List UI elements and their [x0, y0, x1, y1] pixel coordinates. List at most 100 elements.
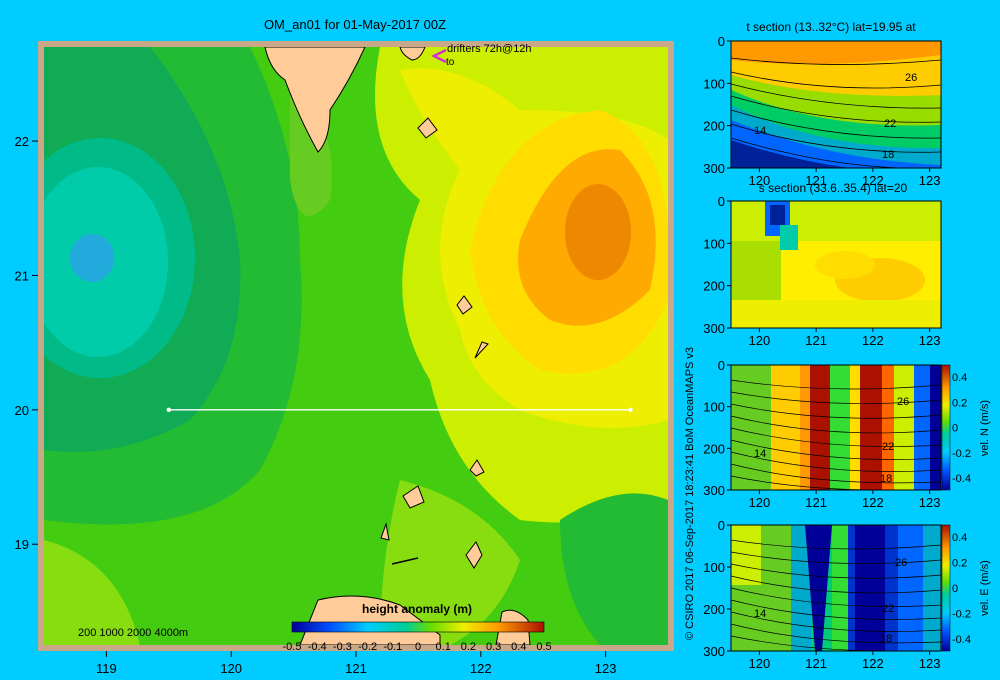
drifter-label-to: to [446, 57, 455, 68]
vel-colorbar-tick-label: 0.4 [952, 532, 967, 544]
vel-e-panel: 26 22 18 14 0.4 0.2 0 -0.2 -0.4 vel. E (m/s) [730, 524, 991, 652]
section-x-tick-label: 121 [805, 333, 827, 348]
figure: OM_an01 for 01-May-2017 00Z drifters 72h… [15, 17, 991, 676]
section-y-tick-label: 300 [703, 483, 725, 498]
vel-n-colorbar-label: vel. N (m/s) [979, 400, 991, 456]
section-x-tick-label: 120 [749, 173, 771, 188]
warm-eddy [565, 184, 631, 280]
colorbar-label: height anomaly (m) [362, 602, 472, 616]
map-y-ticks: 22 21 20 19 [15, 134, 38, 552]
section-y-tick-label: 300 [703, 644, 725, 659]
transect-start-marker [166, 407, 171, 413]
colorbar [291, 621, 545, 633]
section-y-tick-label: 100 [703, 236, 725, 251]
t-section-title: t section (13..32°C) lat=19.95 at [746, 20, 916, 34]
contour-label: 22 [882, 603, 894, 615]
section-y-tick-label: 0 [718, 358, 725, 373]
credit-text: © CSIRO 2017 06-Sep-2017 18:23:41 BoM Oc… [684, 347, 696, 640]
vel-e-colorbar-label: vel. E (m/s) [979, 560, 991, 616]
colorbar-tick-label: 0 [415, 641, 421, 653]
x-tick-label: 122 [470, 661, 492, 676]
section-y-tick-label: 0 [718, 518, 725, 533]
section-y-tick-label: 0 [718, 194, 725, 209]
section-x-tick-label: 121 [805, 173, 827, 188]
map-title: OM_an01 for 01-May-2017 00Z [264, 17, 446, 32]
section-y-tick-label: 200 [703, 602, 725, 617]
vel-colorbar-tick-label: -0.4 [952, 634, 971, 646]
page: OM_an01 for 01-May-2017 00Z drifters 72h… [0, 0, 1000, 680]
section-y-tick-label: 300 [703, 321, 725, 336]
colorbar-tick-label: 0.5 [536, 641, 551, 653]
cold-eddy [70, 234, 114, 282]
vel-colorbar-tick-label: 0 [952, 423, 958, 435]
section-x-tick-label: 120 [749, 495, 771, 510]
section-y-tick-label: 300 [703, 161, 725, 176]
contour-label: 26 [905, 72, 917, 84]
section-x-tick-label: 123 [919, 173, 941, 188]
vel-colorbar-tick-label: 0.4 [952, 372, 967, 384]
s-section-title: s section (33.6..35.4) lat=20 [759, 181, 908, 195]
x-tick-label: 120 [220, 661, 242, 676]
section-x-tick-label: 121 [805, 495, 827, 510]
section-x-tick-label: 123 [919, 495, 941, 510]
section-x-tick-label: 121 [805, 656, 827, 671]
colorbar-tick-label: -0.2 [358, 641, 377, 653]
colorbar-tick-label: 0.3 [486, 641, 501, 653]
contour-label: 14 [754, 448, 766, 460]
vel-colorbar-tick-label: 0.2 [952, 397, 967, 409]
transect-end-marker [628, 407, 633, 413]
section-x-tick-label: 123 [919, 656, 941, 671]
vel-n-panel: 26 22 18 14 0.4 0.2 0 -0.2 -0.4 vel. N (m/s) [730, 364, 991, 491]
colorbar-tick-label: -0.4 [308, 641, 327, 653]
y-tick-label: 19 [15, 537, 29, 552]
colorbar-tick-label: 0.2 [461, 641, 476, 653]
vel-colorbar-tick-label: -0.2 [952, 448, 971, 460]
contour-label: 18 [880, 473, 892, 485]
contour-label: 14 [754, 125, 766, 137]
contour-label: 18 [882, 149, 894, 161]
colorbar-tick-label: -0.3 [333, 641, 352, 653]
section-y-tick-label: 200 [703, 119, 725, 134]
section-x-tick-label: 122 [862, 173, 884, 188]
colorbar-tick-label: -0.5 [283, 641, 302, 653]
x-tick-label: 123 [595, 661, 617, 676]
vel-colorbar-tick-label: 0 [952, 583, 958, 595]
map-x-ticks: 119 120 121 122 123 [96, 651, 616, 676]
section-y-tick-label: 200 [703, 279, 725, 294]
y-tick-label: 22 [15, 134, 29, 149]
vel-e-colorbar [941, 524, 951, 652]
section-x-tick-label: 120 [749, 333, 771, 348]
section-y-tick-label: 100 [703, 560, 725, 575]
section-y-tick-label: 0 [718, 34, 725, 49]
s-section-panel: s section (33.6..35.4) lat=20 [730, 181, 942, 329]
map-field [44, 47, 668, 645]
y-tick-label: 21 [15, 268, 29, 283]
vel-colorbar-tick-label: -0.4 [952, 473, 971, 485]
drifter-label: drifters 72h@12h [447, 43, 532, 55]
section-x-tick-label: 123 [919, 333, 941, 348]
contour-label: 26 [895, 557, 907, 569]
section-x-tick-label: 120 [749, 656, 771, 671]
section-x-tick-label: 122 [862, 656, 884, 671]
vel-n-colorbar [941, 364, 951, 491]
contour-label: 18 [880, 633, 892, 645]
section-y-tick-label: 100 [703, 400, 725, 415]
colorbar-ticks: -0.5 -0.4 -0.3 -0.2 -0.1 0 0.1 0.2 0.3 0.4 0.5 [283, 641, 552, 653]
colorbar-tick-label: -0.1 [383, 641, 402, 653]
contour-label: 22 [884, 118, 896, 130]
y-tick-label: 20 [15, 403, 29, 418]
vel-colorbar-tick-label: -0.2 [952, 609, 971, 621]
vel-colorbar-tick-label: 0.2 [952, 558, 967, 570]
x-tick-label: 119 [96, 661, 117, 676]
section-y-tick-label: 100 [703, 76, 725, 91]
contour-label: 26 [897, 396, 909, 408]
contour-label: 22 [882, 441, 894, 453]
section-x-tick-label: 122 [862, 495, 884, 510]
colorbar-tick-label: 0.1 [436, 641, 451, 653]
section-x-tick-label: 122 [862, 333, 884, 348]
contour-label: 14 [754, 608, 766, 620]
x-tick-label: 121 [345, 661, 367, 676]
depth-legend: 200 1000 2000 4000m [78, 627, 188, 639]
colorbar-tick-label: 0.4 [511, 641, 526, 653]
t-section-panel: t section (13..32°C) lat=19.95 at 26 22 … [730, 20, 942, 169]
